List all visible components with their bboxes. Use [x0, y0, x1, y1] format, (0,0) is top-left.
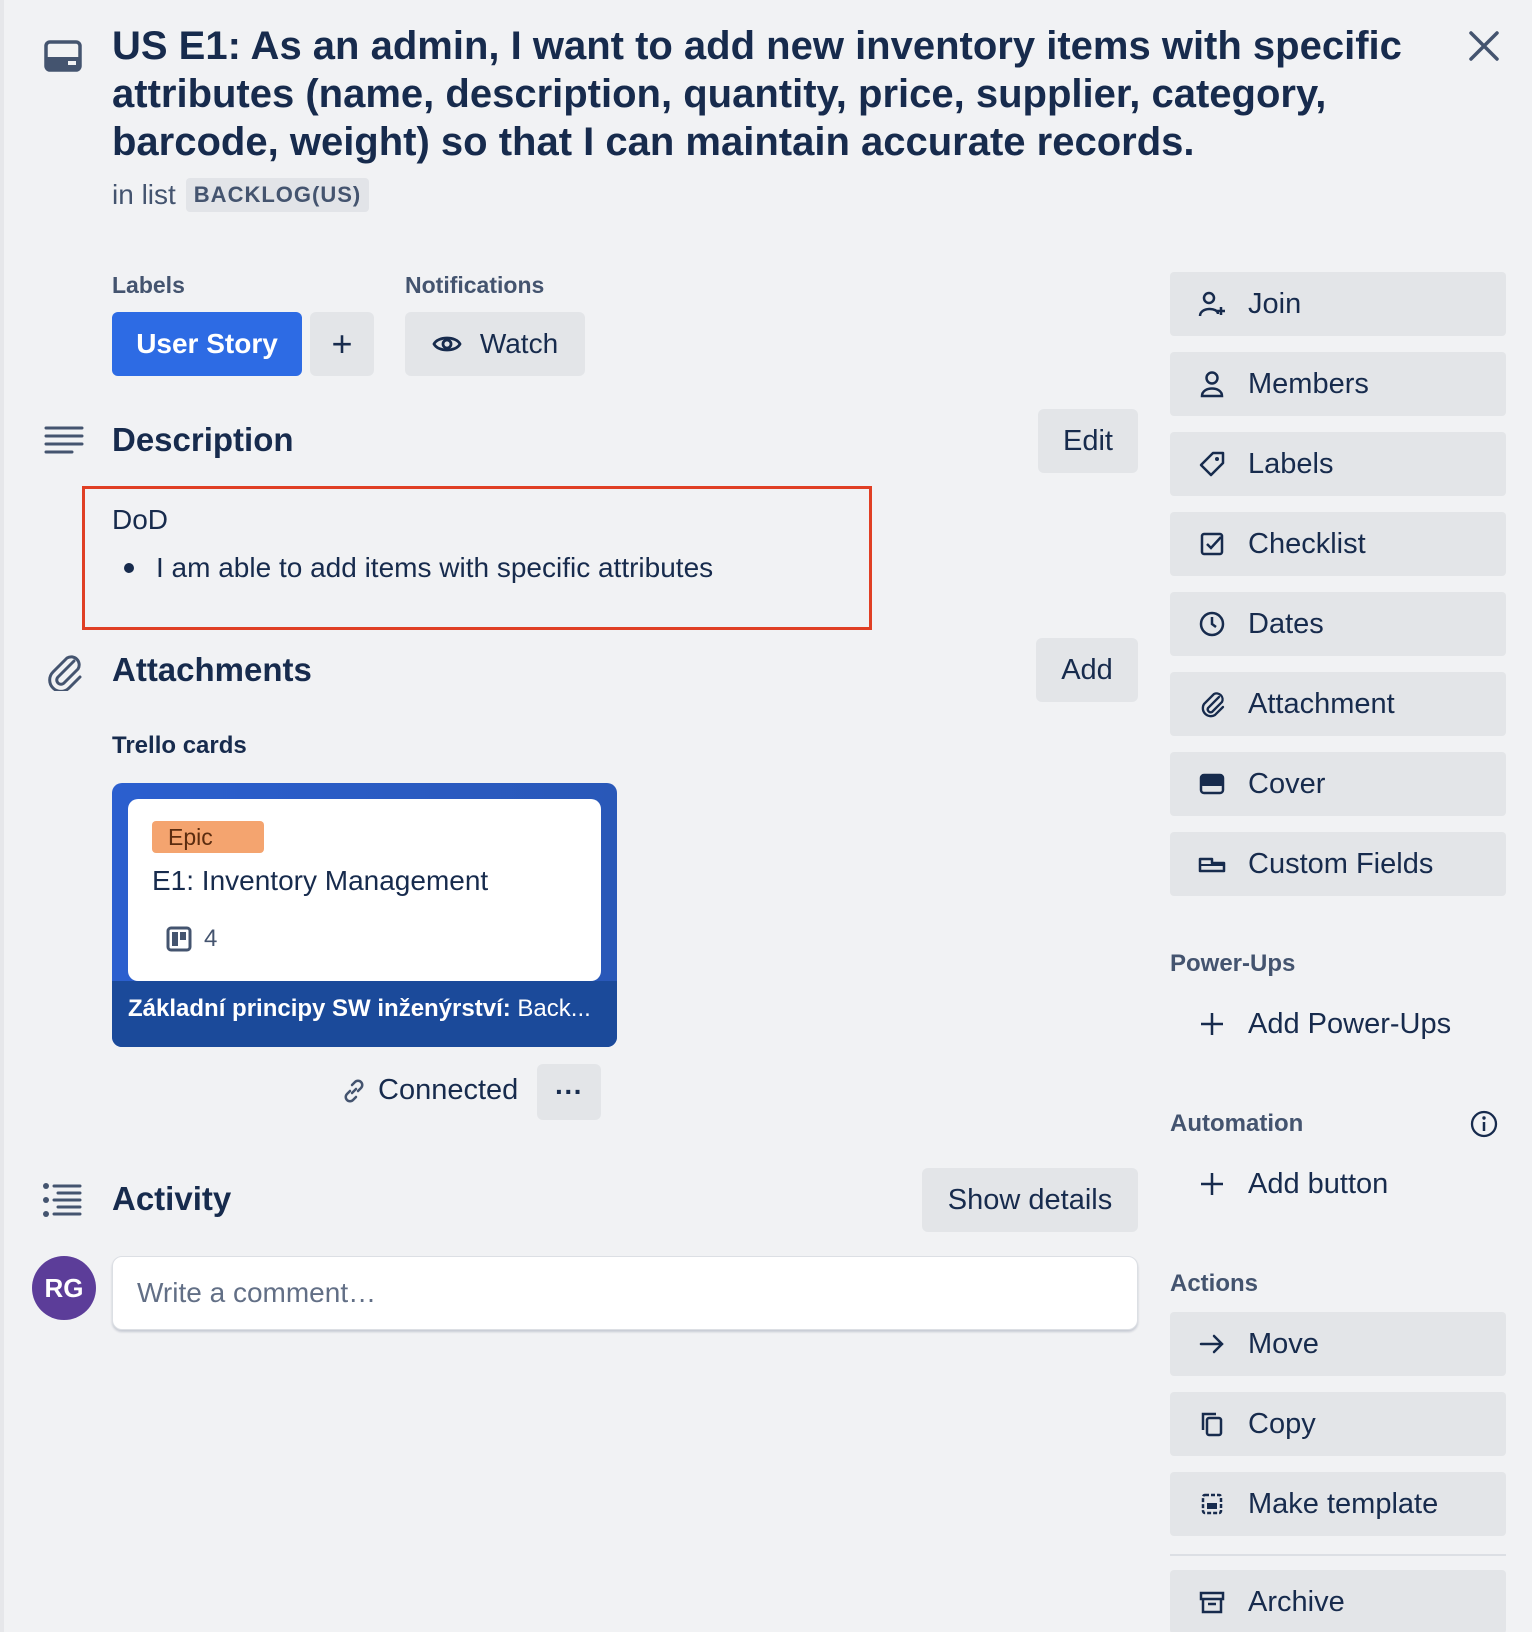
info-icon[interactable]: [1470, 1110, 1498, 1138]
attachment-label: Attachment: [1248, 687, 1395, 720]
card-list-location: in list BACKLOG(US): [112, 178, 370, 212]
modal-left-edge: [0, 0, 4, 1632]
actions-heading: Actions: [1170, 1270, 1259, 1297]
board-name-rest: Back...: [510, 995, 591, 1022]
person-icon: [1200, 371, 1224, 398]
labels-button[interactable]: Labels: [1170, 432, 1506, 496]
avatar[interactable]: RG: [32, 1256, 96, 1320]
board-name-bold: Základní principy SW inženýrství:: [128, 995, 511, 1022]
board-icon: [166, 926, 192, 952]
plus-icon: [1201, 1173, 1223, 1195]
archive-label: Archive: [1248, 1585, 1345, 1618]
members-label: Members: [1248, 367, 1369, 400]
close-icon: [1469, 31, 1499, 61]
label-user-story[interactable]: User Story: [112, 312, 302, 376]
join-button[interactable]: Join: [1170, 272, 1506, 336]
in-list-prefix: in list: [112, 179, 176, 210]
watch-label: Watch: [479, 328, 559, 359]
copy-label: Copy: [1248, 1407, 1316, 1440]
description-heading: Description: [112, 421, 294, 458]
description-bullet: I am able to add items with specific att…: [124, 552, 713, 584]
link-icon: [344, 1079, 364, 1102]
copy-button[interactable]: Copy: [1170, 1392, 1506, 1456]
linked-card-title: E1: Inventory Management: [152, 865, 489, 896]
checklist-label: Checklist: [1248, 527, 1366, 560]
labels-heading: Labels: [112, 272, 185, 298]
archive-button[interactable]: Archive: [1170, 1570, 1506, 1632]
power-ups-heading: Power-Ups: [1170, 950, 1296, 977]
add-label-button[interactable]: +: [310, 312, 374, 376]
connected-indicator[interactable]: Connected: [342, 1074, 518, 1107]
move-label: Move: [1248, 1327, 1319, 1360]
activity-heading: Activity: [112, 1180, 232, 1217]
move-button[interactable]: Move: [1170, 1312, 1506, 1376]
custom-fields-label: Custom Fields: [1248, 847, 1434, 880]
cover-button[interactable]: Cover: [1170, 752, 1506, 816]
notifications-heading: Notifications: [405, 272, 545, 298]
attachment-button[interactable]: Attachment: [1170, 672, 1506, 736]
checklist-button[interactable]: Checklist: [1170, 512, 1506, 576]
attachments-heading: Attachments: [112, 651, 312, 688]
epic-label: Epic: [152, 821, 264, 853]
plus-icon: [1201, 1013, 1223, 1035]
custom-fields-button[interactable]: Custom Fields: [1170, 832, 1506, 896]
eye-icon: [432, 336, 462, 352]
watch-button[interactable]: Watch: [405, 312, 585, 376]
labels-label: Labels: [1248, 447, 1334, 480]
board-card-count: 4: [204, 925, 218, 952]
automation-heading: Automation: [1170, 1110, 1304, 1137]
card-icon: [44, 40, 82, 72]
card-title[interactable]: US E1: As an admin, I want to add new in…: [112, 22, 1412, 166]
connected-label: Connected: [378, 1074, 519, 1106]
description-icon: [44, 426, 84, 454]
arrow-right-icon: [1199, 1334, 1224, 1354]
archive-icon: [1199, 1591, 1225, 1614]
dates-label: Dates: [1248, 607, 1324, 640]
description-dod: DoD: [112, 504, 169, 535]
template-icon: [1201, 1493, 1223, 1515]
custom-fields-icon: [1198, 857, 1226, 873]
paperclip-icon: [1201, 692, 1225, 718]
cover-icon: [1199, 773, 1225, 795]
make-template-button[interactable]: Make template: [1170, 1472, 1506, 1536]
linked-trello-card[interactable]: Epic E1: Inventory Management 4 Základní…: [112, 783, 617, 1047]
linked-card-board[interactable]: Základní principy SW inženýrství: Back..…: [112, 981, 617, 1047]
description-bullet-text: I am able to add items with specific att…: [156, 552, 714, 583]
trello-cards-heading: Trello cards: [112, 732, 247, 759]
actions-divider: [1170, 1554, 1506, 1556]
add-power-ups-label: Add Power-Ups: [1248, 1007, 1452, 1040]
more-options-button[interactable]: ···: [537, 1064, 601, 1120]
dates-button[interactable]: Dates: [1170, 592, 1506, 656]
add-automation-button[interactable]: Add button: [1170, 1152, 1506, 1216]
show-details-button[interactable]: Show details: [922, 1168, 1138, 1232]
add-button-label: Add button: [1248, 1167, 1389, 1200]
tag-icon: [1199, 451, 1225, 477]
linked-card-meta: 4: [166, 925, 217, 953]
clock-icon: [1199, 611, 1225, 637]
list-name-link[interactable]: BACKLOG(US): [185, 178, 370, 212]
add-power-ups-button[interactable]: Add Power-Ups: [1170, 992, 1506, 1056]
paperclip-icon: [48, 655, 82, 691]
cover-label: Cover: [1248, 767, 1326, 800]
members-button[interactable]: Members: [1170, 352, 1506, 416]
add-person-icon: [1198, 291, 1225, 317]
linked-card-preview[interactable]: Epic E1: Inventory Management 4: [128, 799, 601, 981]
copy-icon: [1201, 1412, 1223, 1437]
add-attachment-button[interactable]: Add: [1036, 638, 1138, 702]
make-template-label: Make template: [1248, 1487, 1439, 1520]
edit-description-button[interactable]: Edit: [1038, 409, 1138, 473]
activity-icon: [43, 1183, 82, 1217]
checklist-icon: [1200, 532, 1224, 556]
close-button[interactable]: [1462, 24, 1506, 68]
join-label: Join: [1248, 287, 1302, 320]
comment-input[interactable]: [112, 1256, 1138, 1330]
bullet-dot: [124, 563, 134, 573]
